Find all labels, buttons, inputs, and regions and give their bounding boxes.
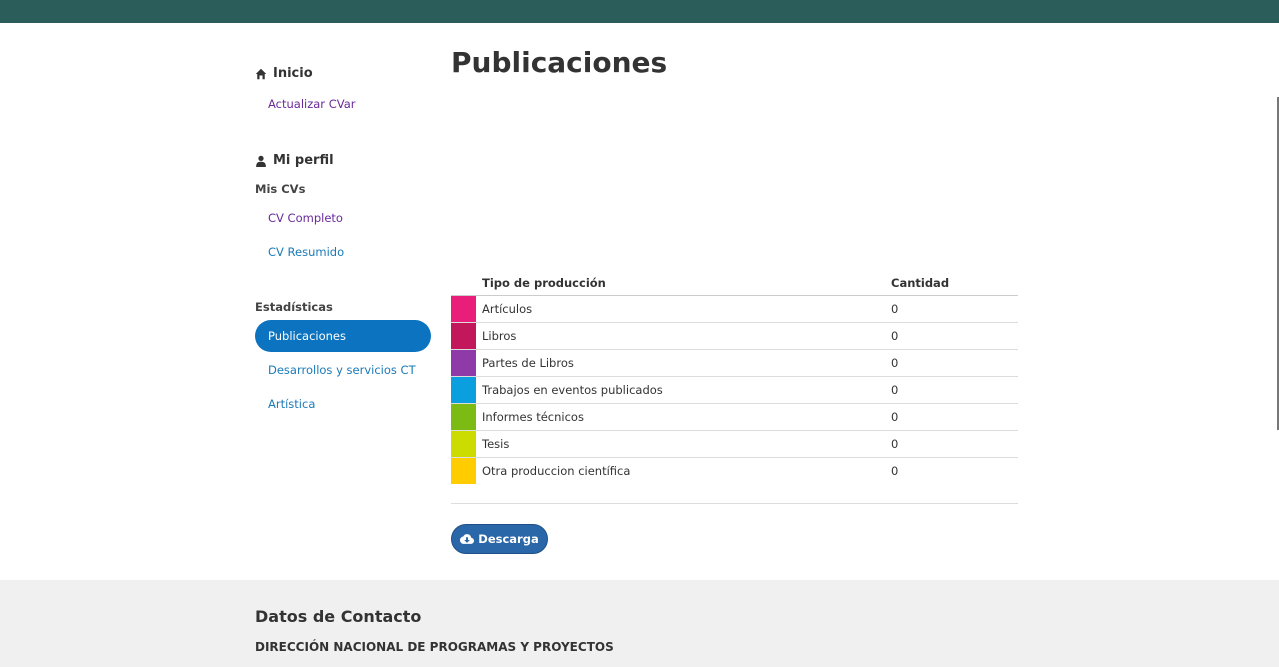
page-title: Publicaciones [451, 46, 668, 79]
table-row: Partes de Libros 0 [451, 349, 1018, 377]
footer-organization: DIRECCIÓN NACIONAL DE PROGRAMAS Y PROYEC… [255, 640, 614, 654]
row-label: Partes de Libros [476, 349, 885, 377]
sidebar-item-publicaciones[interactable]: Publicaciones [255, 320, 431, 352]
row-label: Otra produccion científica [482, 464, 631, 478]
table-body: Artículos 0 Libros 0 Partes de Libros 0 … [451, 295, 1018, 484]
download-label: Descarga [478, 532, 539, 546]
table-header-row: Tipo de producción Cantidad [451, 270, 1018, 296]
row-label: Informes técnicos [476, 403, 885, 431]
row-count: 0 [885, 295, 1018, 323]
row-count: 0 [885, 322, 1018, 350]
row-label: Tesis [476, 430, 885, 458]
row-label: Trabajos en eventos publicados [476, 376, 885, 404]
color-swatch [451, 376, 476, 404]
estadisticas-label: Estadísticas [255, 300, 333, 314]
table-row: Artículos 0 [451, 295, 1018, 323]
inicio-label: Inicio [273, 66, 313, 81]
sidebar-item-cv-resumido[interactable]: CV Resumido [255, 236, 431, 268]
row-count: 0 [885, 430, 1018, 458]
footer-title: Datos de Contacto [255, 607, 422, 626]
color-swatch [451, 349, 476, 377]
color-swatch [451, 295, 476, 323]
table-row: Informes técnicos 0 [451, 403, 1018, 431]
row-count: 0 [885, 349, 1018, 377]
table-row: Trabajos en eventos publicados 0 [451, 376, 1018, 404]
mi-perfil-label: Mi perfil [273, 153, 334, 168]
download-button[interactable]: Descarga [451, 524, 548, 554]
row-label: Libros [476, 322, 885, 350]
color-swatch [451, 457, 476, 484]
production-table: Tipo de producción Cantidad Artículos 0 … [451, 270, 1018, 484]
home-icon [255, 68, 267, 79]
sidebar-item-cv-completo[interactable]: CV Completo [255, 202, 431, 234]
divider [451, 503, 1018, 504]
table-row: Libros 0 [451, 322, 1018, 350]
color-swatch [451, 403, 476, 431]
top-bar [0, 0, 1279, 23]
row-count: 0 [885, 376, 1018, 404]
swatch-column-header [451, 270, 476, 296]
color-swatch [451, 430, 476, 458]
sidebar-item-desarrollos[interactable]: Desarrollos y servicios CT [255, 354, 431, 386]
mis-cvs-label: Mis CVs [255, 182, 306, 196]
sidebar-heading-inicio[interactable]: Inicio [255, 66, 313, 81]
row-label: Artículos [476, 295, 885, 323]
table-row: Otra produccion científica 0 [451, 457, 1018, 484]
table-row: Tesis 0 [451, 430, 1018, 458]
column-header-cantidad: Cantidad [885, 270, 1018, 296]
color-swatch [451, 322, 476, 350]
cloud-download-icon [460, 534, 475, 544]
column-header-tipo: Tipo de producción [476, 270, 885, 296]
row-count: 0 [885, 403, 1018, 431]
sidebar-item-actualizar-cvar[interactable]: Actualizar CVar [255, 88, 431, 120]
sidebar-heading-mi-perfil[interactable]: Mi perfil [255, 153, 334, 168]
user-icon [256, 155, 266, 167]
footer: Datos de Contacto DIRECCIÓN NACIONAL DE … [0, 580, 1279, 667]
sidebar-item-artistica[interactable]: Artística [255, 388, 431, 420]
row-count: 0 [891, 464, 899, 478]
